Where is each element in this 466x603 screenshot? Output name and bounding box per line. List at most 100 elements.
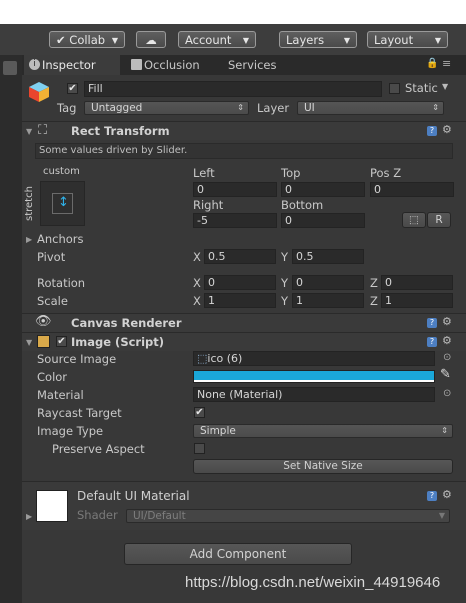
- image-type-label: Image Type: [37, 424, 104, 438]
- color-swatch[interactable]: [193, 370, 435, 383]
- anchor-presets-button[interactable]: ↕: [40, 181, 85, 226]
- bottom-field[interactable]: 0: [281, 213, 365, 228]
- help-icon[interactable]: ?: [427, 491, 437, 501]
- stretch-vertical-icon: ↕: [58, 195, 69, 210]
- tag-label: Tag: [57, 101, 77, 115]
- left-header: Left: [193, 166, 215, 180]
- preserve-aspect-label: Preserve Aspect: [52, 442, 145, 456]
- image-component-icon: [37, 335, 50, 348]
- foldout-closed-icon[interactable]: ▶: [26, 235, 32, 244]
- preserve-aspect-checkbox[interactable]: [194, 443, 205, 454]
- image-type-value: Simple: [200, 425, 236, 437]
- anchors-label[interactable]: Anchors: [37, 232, 84, 246]
- tag-dropdown[interactable]: Untagged ⇕: [84, 101, 249, 115]
- source-image-field[interactable]: ⬚ico (6): [193, 351, 435, 366]
- rotation-label: Rotation: [37, 276, 86, 290]
- posz-header: Pos Z: [370, 166, 402, 180]
- account-button[interactable]: Account ▼: [178, 31, 256, 48]
- static-checkbox[interactable]: [389, 83, 400, 94]
- sprite-icon: ⬚: [197, 352, 208, 365]
- chevron-down-icon: ▼: [438, 511, 445, 520]
- scale-label: Scale: [37, 294, 68, 308]
- raw-edit-button[interactable]: R: [427, 212, 451, 228]
- object-picker-icon[interactable]: ⊙: [443, 352, 451, 363]
- lock-icon[interactable]: 🔒: [426, 58, 438, 69]
- image-component-header[interactable]: ▼ ✔ Image (Script) ? ⚙: [22, 332, 466, 351]
- scale-z-field[interactable]: 1: [381, 293, 453, 308]
- top-field[interactable]: 0: [281, 182, 365, 197]
- inspector-panel: ✔ Fill Static ▼ Tag Untagged ⇕ Layer UI …: [22, 75, 466, 603]
- set-native-size-button[interactable]: Set Native Size: [193, 459, 453, 474]
- cloud-button[interactable]: ☁: [136, 31, 166, 48]
- right-field[interactable]: -5: [193, 213, 277, 228]
- static-dropdown-icon[interactable]: ▼: [442, 82, 448, 91]
- material-preview-section: Default UI Material ? ⚙ ▶ Shader UI/Defa…: [22, 481, 466, 530]
- chevron-down-icon: ▼: [111, 36, 118, 45]
- layers-button[interactable]: Layers ▼: [279, 31, 357, 48]
- rotation-y-field[interactable]: 0: [292, 275, 364, 290]
- eyedropper-icon[interactable]: ✎: [440, 367, 451, 382]
- object-picker-icon[interactable]: ⊙: [443, 388, 451, 399]
- shader-dropdown[interactable]: UI/Default ▼: [126, 509, 450, 523]
- inspector-tabbar: i Inspector Occlusion Services 🔒 ≡: [22, 55, 466, 75]
- scale-y-axis: Y: [281, 294, 289, 308]
- gear-icon[interactable]: ⚙: [442, 334, 452, 347]
- foldout-open-icon[interactable]: ▼: [26, 338, 32, 347]
- tab-occlusion[interactable]: Occlusion: [126, 55, 218, 75]
- tab-services-label: Services: [228, 58, 277, 72]
- account-label: Account: [185, 33, 232, 47]
- rect-transform-title: Rect Transform: [71, 124, 170, 138]
- scale-x-field[interactable]: 1: [204, 293, 276, 308]
- foldout-open-icon[interactable]: ▼: [26, 127, 32, 136]
- rotation-x-axis: X: [193, 276, 201, 290]
- tab-menu-icon[interactable]: ≡: [442, 57, 451, 70]
- layer-label: Layer: [257, 101, 290, 115]
- pivot-x-field[interactable]: 0.5: [204, 249, 276, 264]
- material-label: Material: [37, 388, 84, 402]
- gear-icon[interactable]: ⚙: [442, 315, 452, 328]
- help-icon[interactable]: ?: [427, 126, 437, 136]
- blueprint-mode-button[interactable]: ⬚: [402, 212, 426, 228]
- collab-button[interactable]: ✔ Collab ▼: [49, 31, 125, 48]
- scale-y-field[interactable]: 1: [292, 293, 364, 308]
- pivot-x-axis: X: [193, 250, 201, 264]
- alpha-bar: [194, 380, 434, 382]
- help-icon[interactable]: ?: [427, 318, 437, 328]
- color-label: Color: [37, 370, 68, 384]
- anchor-preset-top-label: custom: [43, 166, 80, 177]
- shader-value: UI/Default: [133, 510, 186, 522]
- anchor-preset-frame: ↕: [52, 193, 73, 214]
- rotation-z-field[interactable]: 0: [381, 275, 453, 290]
- posz-field[interactable]: 0: [370, 182, 454, 197]
- bottom-header: Bottom: [281, 198, 324, 212]
- shader-label: Shader: [77, 508, 118, 522]
- tab-services[interactable]: Services: [214, 55, 284, 75]
- image-enabled-checkbox[interactable]: ✔: [56, 336, 67, 347]
- layout-button[interactable]: Layout ▼: [367, 31, 448, 48]
- rect-transform-header[interactable]: ▼ ⛶ Rect Transform ? ⚙: [22, 121, 466, 140]
- tab-inspector[interactable]: i Inspector: [24, 55, 120, 75]
- right-header: Right: [193, 198, 224, 212]
- scale-x-axis: X: [193, 294, 201, 308]
- material-field[interactable]: None (Material): [193, 387, 435, 402]
- updown-caret-icon: ⇕: [441, 426, 448, 435]
- source-image-value: ico (6): [207, 352, 243, 365]
- material-title: Default UI Material: [77, 489, 190, 503]
- gear-icon[interactable]: ⚙: [442, 123, 452, 136]
- gear-icon[interactable]: ⚙: [442, 488, 452, 501]
- canvas-renderer-header[interactable]: 👁 Canvas Renderer ? ⚙: [22, 313, 466, 332]
- layer-dropdown[interactable]: UI ⇕: [297, 101, 444, 115]
- raycast-target-checkbox[interactable]: ✔: [194, 407, 205, 418]
- pivot-y-axis: Y: [281, 250, 289, 264]
- name-field[interactable]: Fill: [84, 81, 382, 97]
- add-component-button[interactable]: Add Component: [124, 543, 352, 565]
- watermark-text: https://blog.csdn.net/weixin_44919646: [185, 574, 441, 591]
- foldout-closed-icon[interactable]: ▶: [26, 512, 32, 521]
- rotation-x-field[interactable]: 0: [204, 275, 276, 290]
- active-checkbox[interactable]: ✔: [67, 83, 78, 94]
- pivot-y-field[interactable]: 0.5: [292, 249, 364, 264]
- image-type-dropdown[interactable]: Simple ⇕: [193, 424, 453, 438]
- left-field[interactable]: 0: [193, 182, 277, 197]
- help-icon[interactable]: ?: [427, 337, 437, 347]
- layers-label: Layers: [286, 33, 325, 47]
